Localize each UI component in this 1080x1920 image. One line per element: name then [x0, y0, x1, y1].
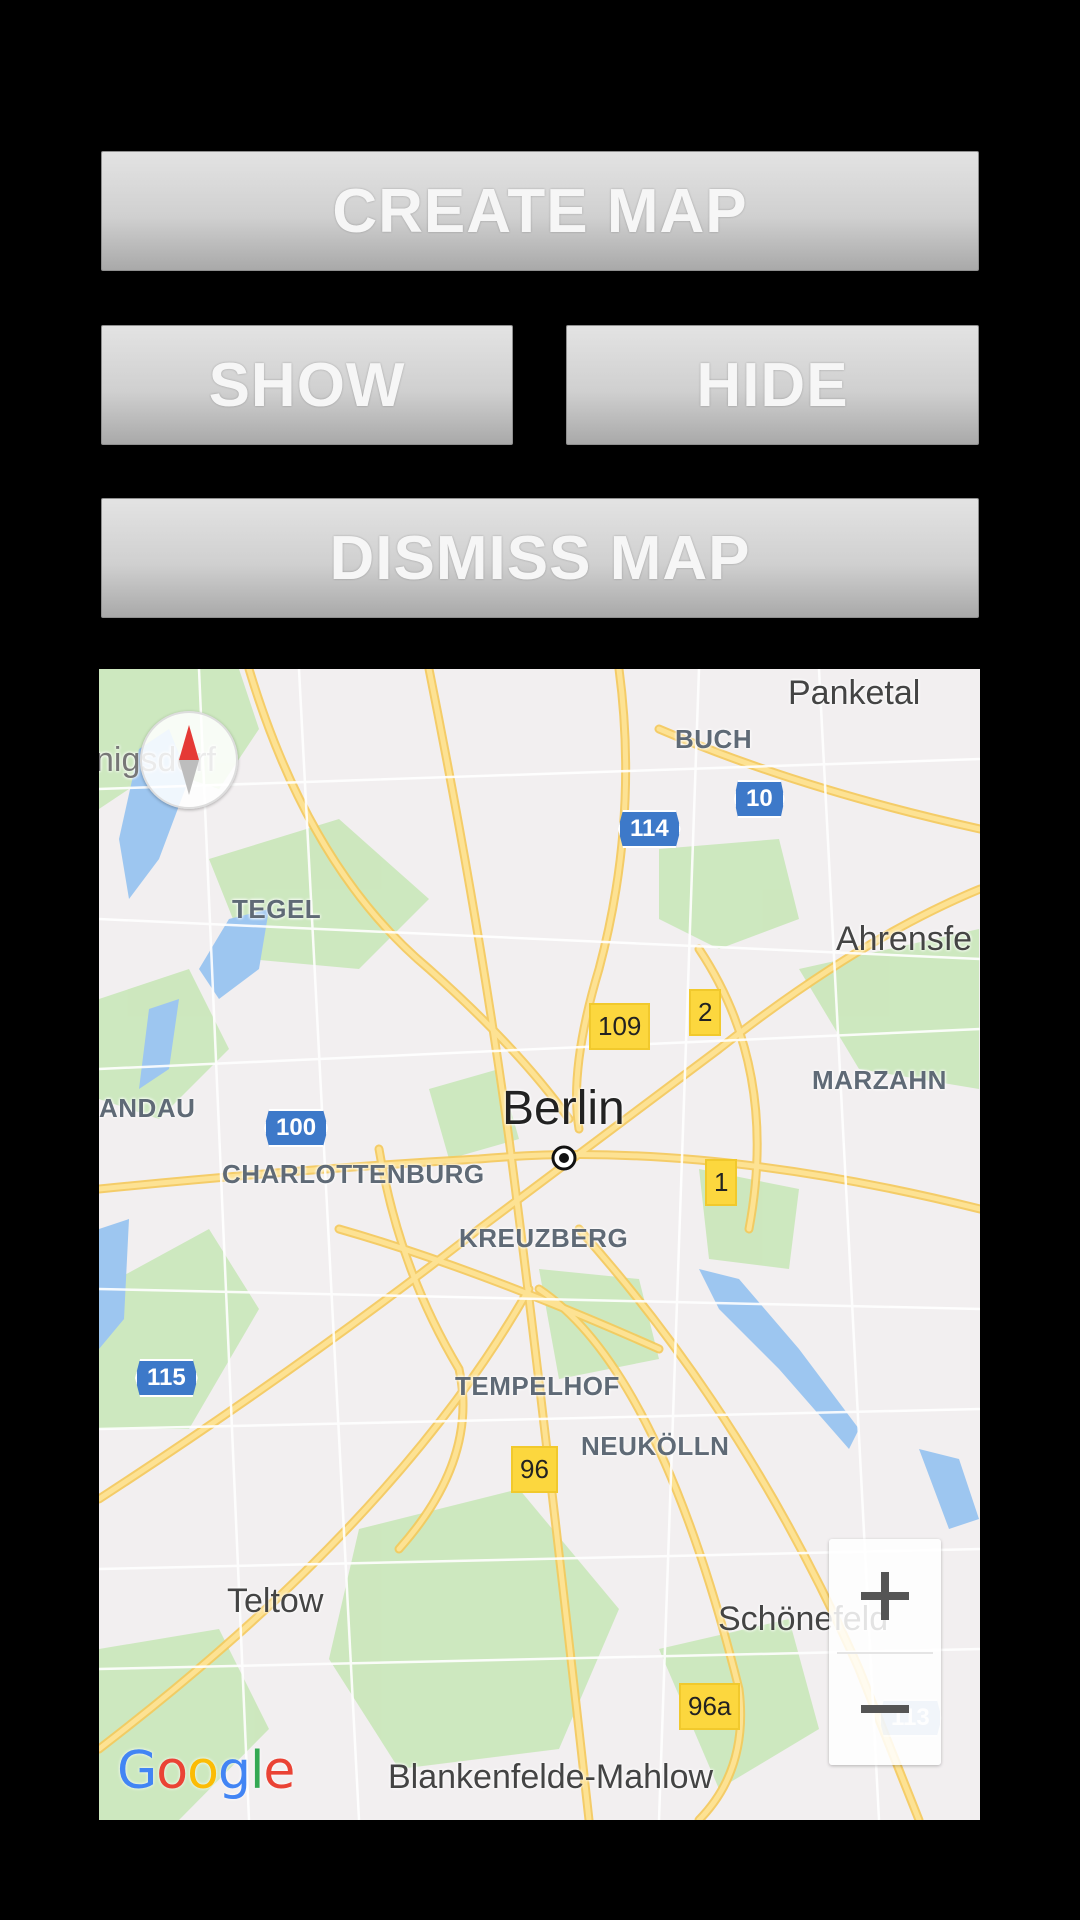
google-logo: Google	[117, 1741, 295, 1801]
location-marker	[551, 1145, 577, 1171]
plus-icon	[861, 1571, 909, 1620]
dismiss-map-button[interactable]: DISMISS MAP	[101, 498, 979, 618]
road-shield-a100: 100	[264, 1109, 329, 1147]
zoom-controls	[829, 1539, 941, 1765]
road-shield-b109: 109	[589, 1003, 651, 1050]
hide-map-button[interactable]: HIDE	[566, 325, 979, 445]
road-shield-b96: 96	[511, 1446, 558, 1493]
zoom-in-button[interactable]	[829, 1539, 941, 1652]
road-shield-a10: 10	[734, 780, 785, 818]
zoom-out-button[interactable]	[829, 1652, 941, 1765]
show-map-button[interactable]: SHOW	[101, 325, 513, 445]
road-shield-a115: 115	[135, 1359, 198, 1397]
road-shield-b2: 2	[689, 989, 722, 1036]
road-shield-a114: 114	[618, 810, 681, 848]
create-map-button[interactable]: CREATE MAP	[101, 151, 979, 271]
road-shield-b1: 1	[705, 1159, 738, 1206]
compass-icon[interactable]	[140, 711, 238, 809]
road-shield-b96a: 96a	[679, 1683, 741, 1730]
minus-icon	[861, 1704, 909, 1713]
map-view[interactable]: Panketal BUCH nigsdorf TEGEL Ahrensfe MA…	[99, 669, 980, 1820]
